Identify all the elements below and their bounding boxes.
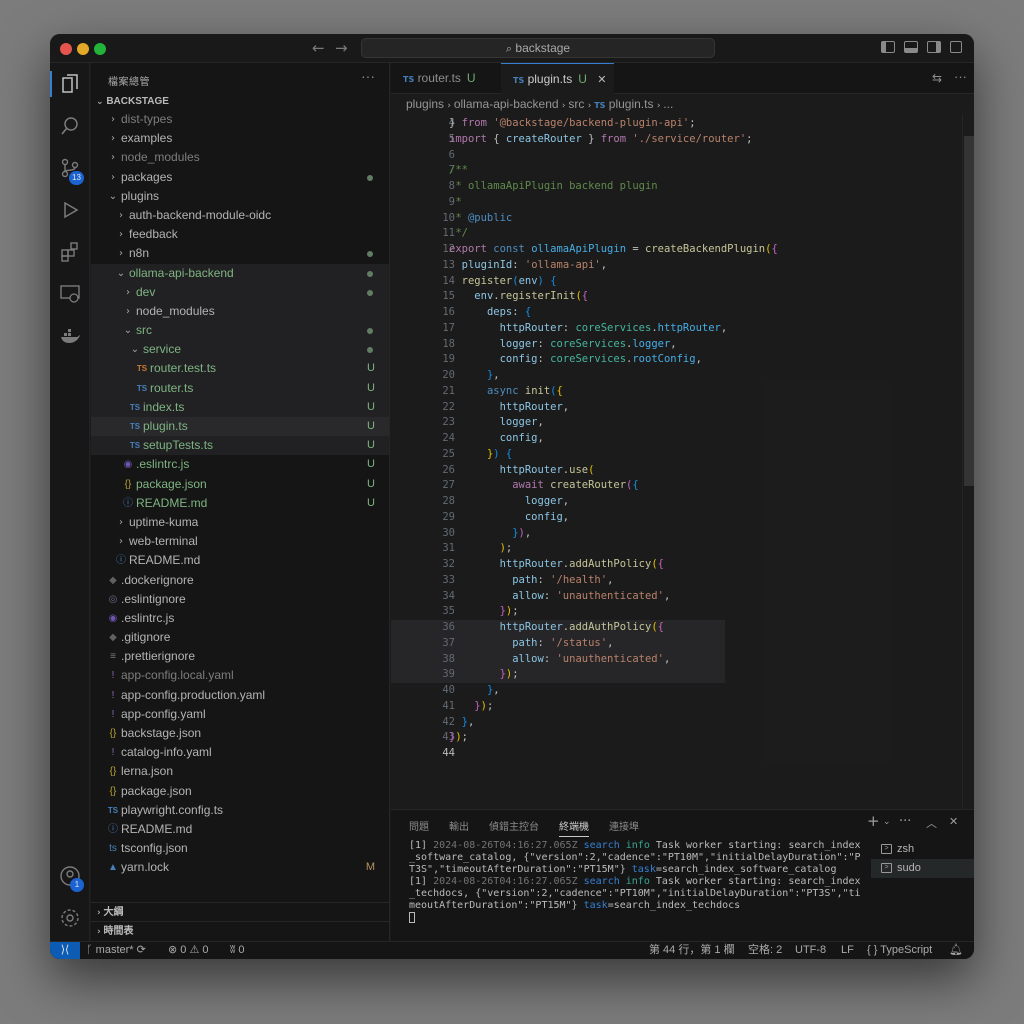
vscode-window: ← → ⌕ backstage 13 1 檔案總管 ··· ⌄ BACKSTAG… (50, 34, 974, 959)
window-dim-overlay (50, 34, 974, 959)
